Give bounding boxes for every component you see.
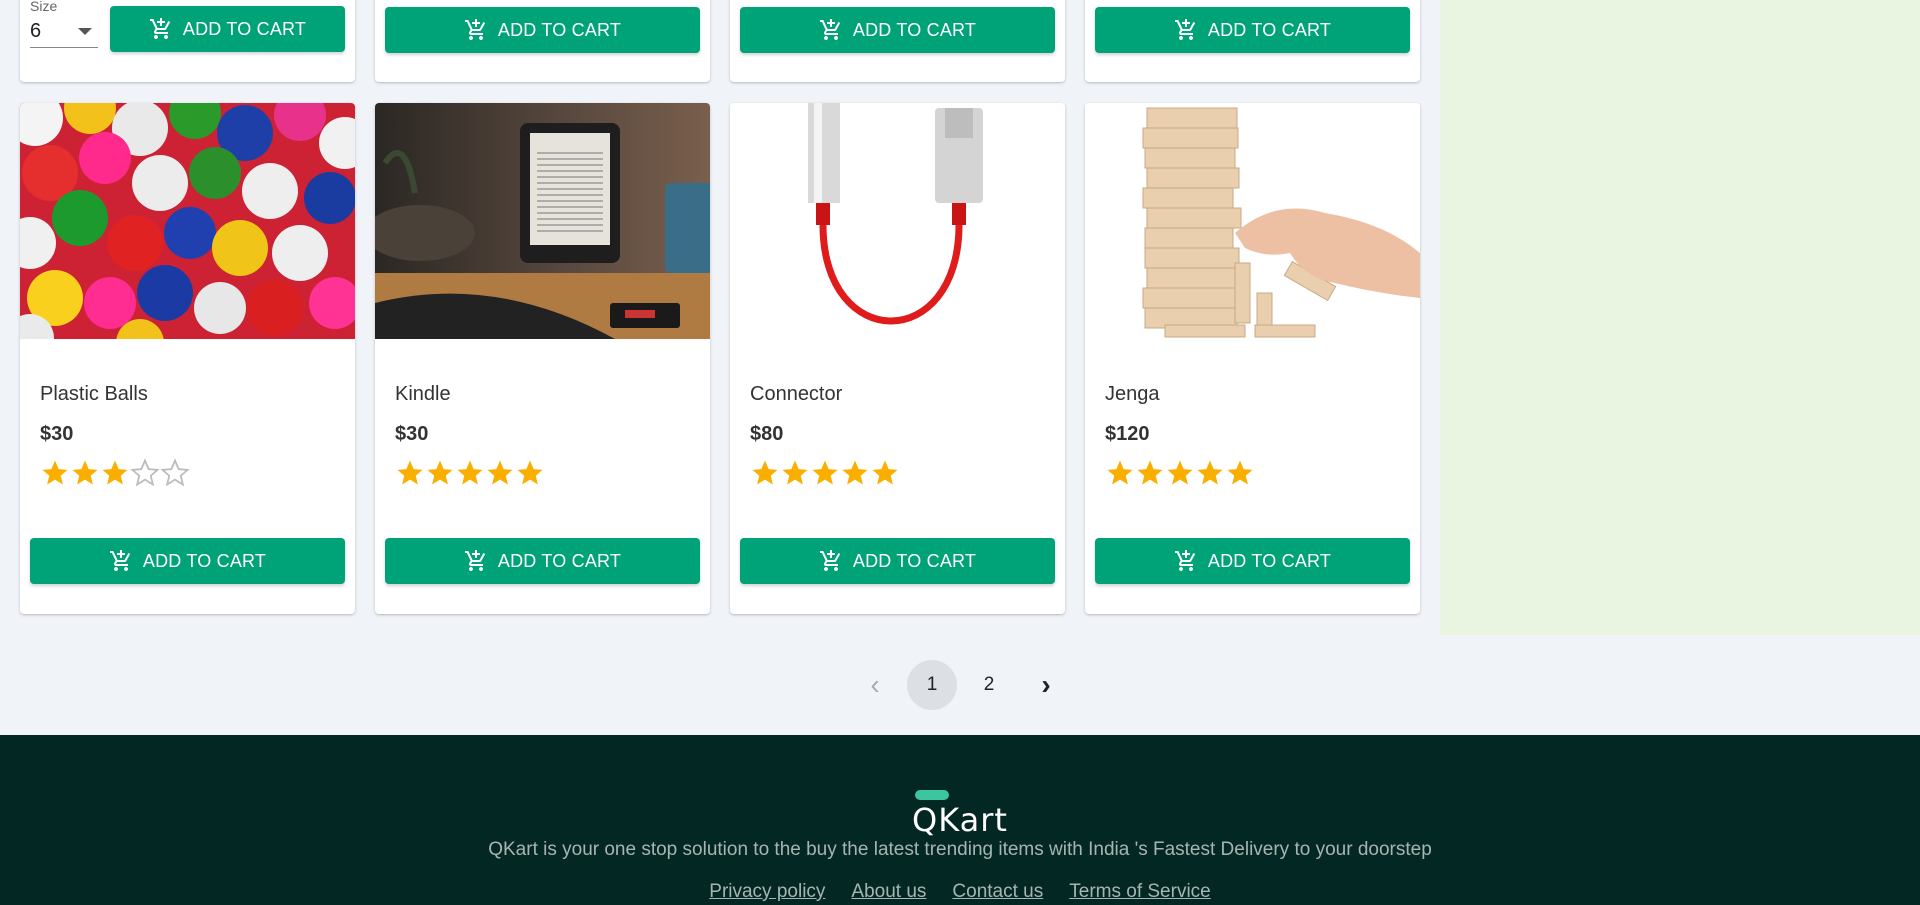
star-filled-icon[interactable] xyxy=(780,458,810,488)
next-page-button[interactable]: › xyxy=(1021,660,1071,710)
chevron-left-icon: ‹ xyxy=(870,669,880,700)
cart-icon xyxy=(464,19,486,40)
footer-logo: QKart xyxy=(912,801,1008,839)
star-rating[interactable] xyxy=(750,458,900,488)
product-image xyxy=(1085,103,1420,339)
star-filled-icon[interactable] xyxy=(1225,458,1255,488)
product-name: Jenga xyxy=(1105,383,1160,405)
star-filled-icon[interactable] xyxy=(40,458,70,488)
add-to-cart-label: ADD TO CART xyxy=(1207,19,1332,40)
add-to-cart-label: ADD TO CART xyxy=(1207,550,1332,571)
add-to-cart-button[interactable]: ADD TO CART xyxy=(385,538,700,584)
product-card-top-1: Size 6 ADD TO CART xyxy=(20,0,355,82)
add-to-cart-button[interactable]: ADD TO CART xyxy=(385,7,700,53)
star-filled-icon[interactable] xyxy=(1135,458,1165,488)
star-filled-icon[interactable] xyxy=(100,458,130,488)
product-image xyxy=(20,103,355,339)
star-filled-icon[interactable] xyxy=(750,458,780,488)
star-filled-icon[interactable] xyxy=(425,458,455,488)
footer: QKart QKart is your one stop solution to… xyxy=(0,735,1920,905)
star-filled-icon[interactable] xyxy=(870,458,900,488)
product-price: $80 xyxy=(750,423,784,445)
star-filled-icon[interactable] xyxy=(515,458,545,488)
add-to-cart-button[interactable]: ADD TO CART xyxy=(740,538,1055,584)
page-number: 2 xyxy=(983,674,995,695)
size-select[interactable]: 6 xyxy=(30,18,98,48)
star-rating[interactable] xyxy=(40,458,190,488)
cart-icon xyxy=(109,550,131,571)
product-card-top-3: ADD TO CART xyxy=(730,0,1065,82)
add-to-cart-label: ADD TO CART xyxy=(852,19,977,40)
product-card: Plastic Balls $30 ADD TO CART xyxy=(20,103,355,614)
about-us-link[interactable]: About us xyxy=(851,881,926,903)
size-label: Size xyxy=(30,0,58,14)
page-button-1[interactable]: 1 xyxy=(907,660,957,710)
product-card: Jenga $120 ADD TO CART xyxy=(1085,103,1420,614)
footer-links: Privacy policy About us Contact us Terms… xyxy=(0,881,1920,903)
add-to-cart-button[interactable]: ADD TO CART xyxy=(740,7,1055,53)
prev-page-button[interactable]: ‹ xyxy=(850,660,900,710)
add-to-cart-button[interactable]: ADD TO CART xyxy=(1095,538,1410,584)
cart-side-panel xyxy=(1440,0,1920,635)
logo-mark xyxy=(915,790,949,800)
add-to-cart-label: ADD TO CART xyxy=(497,19,622,40)
add-to-cart-label: ADD TO CART xyxy=(182,18,307,39)
star-filled-icon[interactable] xyxy=(70,458,100,488)
product-name: Plastic Balls xyxy=(40,383,148,405)
star-filled-icon[interactable] xyxy=(840,458,870,488)
product-card: Connector $80 ADD TO CART xyxy=(730,103,1065,614)
pagination: ‹ 1 2 › xyxy=(850,660,1078,710)
star-empty-icon[interactable] xyxy=(160,458,190,488)
terms-of-service-link[interactable]: Terms of Service xyxy=(1069,881,1210,903)
page-number: 1 xyxy=(926,674,938,695)
add-to-cart-button[interactable]: ADD TO CART xyxy=(1095,7,1410,53)
star-empty-icon[interactable] xyxy=(130,458,160,488)
privacy-policy-link[interactable]: Privacy policy xyxy=(709,881,825,903)
star-rating[interactable] xyxy=(1105,458,1255,488)
star-filled-icon[interactable] xyxy=(810,458,840,488)
star-rating[interactable] xyxy=(395,458,545,488)
star-filled-icon[interactable] xyxy=(455,458,485,488)
add-to-cart-button[interactable]: ADD TO CART xyxy=(30,538,345,584)
product-name: Connector xyxy=(750,383,843,405)
star-filled-icon[interactable] xyxy=(485,458,515,488)
chevron-right-icon: › xyxy=(1041,669,1051,700)
cart-icon xyxy=(149,18,171,39)
size-value: 6 xyxy=(30,20,42,42)
cart-icon xyxy=(1174,19,1196,40)
add-to-cart-label: ADD TO CART xyxy=(497,550,622,571)
contact-us-link[interactable]: Contact us xyxy=(952,881,1043,903)
page-button-2[interactable]: 2 xyxy=(964,660,1014,710)
product-card-top-4: ADD TO CART xyxy=(1085,0,1420,82)
cart-icon xyxy=(819,550,841,571)
product-card: Kindle $30 ADD TO CART xyxy=(375,103,710,614)
footer-tagline: QKart is your one stop solution to the b… xyxy=(488,839,1432,860)
add-to-cart-label: ADD TO CART xyxy=(142,550,267,571)
product-image xyxy=(375,103,710,339)
star-filled-icon[interactable] xyxy=(1195,458,1225,488)
product-price: $30 xyxy=(395,423,429,445)
add-to-cart-label: ADD TO CART xyxy=(852,550,977,571)
star-filled-icon[interactable] xyxy=(1105,458,1135,488)
cart-icon xyxy=(464,550,486,571)
chevron-down-icon xyxy=(78,28,92,35)
product-price: $120 xyxy=(1105,423,1150,445)
product-image xyxy=(730,103,1065,339)
add-to-cart-button[interactable]: ADD TO CART xyxy=(110,6,345,52)
star-filled-icon[interactable] xyxy=(395,458,425,488)
product-card-top-2: ADD TO CART xyxy=(375,0,710,82)
star-filled-icon[interactable] xyxy=(1165,458,1195,488)
product-name: Kindle xyxy=(395,383,451,405)
cart-icon xyxy=(1174,550,1196,571)
product-price: $30 xyxy=(40,423,74,445)
cart-icon xyxy=(819,19,841,40)
